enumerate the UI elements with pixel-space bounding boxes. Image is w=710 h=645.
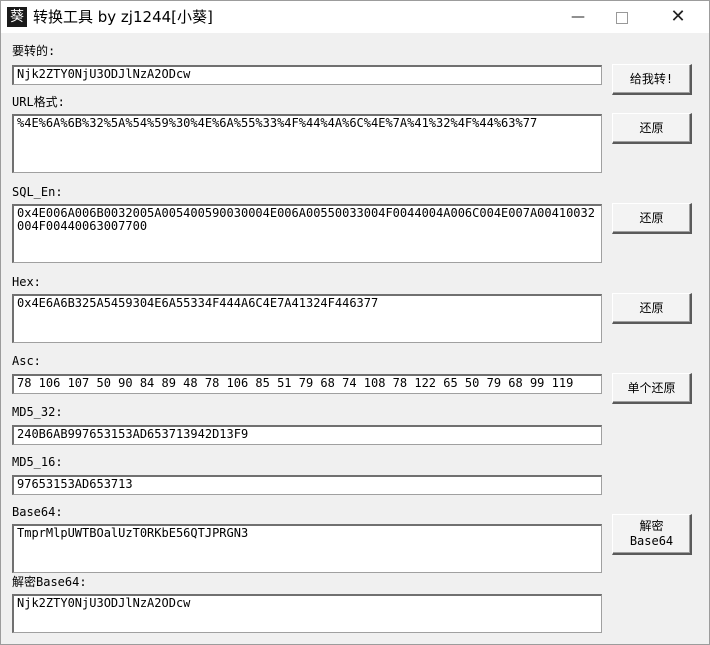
asc-field[interactable]: 78 106 107 50 90 84 89 48 78 106 85 51 7… [12, 374, 602, 394]
sql-restore-button[interactable]: 还原 [612, 203, 692, 234]
close-button[interactable]: ✕ [655, 1, 701, 33]
maximize-button[interactable] [599, 1, 645, 33]
convert-button[interactable]: 给我转! [612, 64, 692, 95]
md5-32-field[interactable]: 240B6AB997653153AD653713942D13F9 [12, 425, 602, 445]
decoded-base64-label: 解密Base64: [12, 575, 87, 589]
sql-field[interactable]: 0x4E006A006B0032005A005400590030004E006A… [12, 204, 602, 263]
input-label: 要转的: [12, 44, 56, 58]
url-field[interactable]: %4E%6A%6B%32%5A%54%59%30%4E%6A%55%33%4F%… [12, 114, 602, 173]
hex-field[interactable]: 0x4E6A6B325A5459304E6A55334F444A6C4E7A41… [12, 294, 602, 343]
md5-16-label: MD5_16: [12, 455, 63, 469]
input-field[interactable]: Njk2ZTY0NjU3ODJlNzA2ODcw [12, 65, 602, 85]
sql-label: SQL_En: [12, 185, 63, 199]
md5-32-label: MD5_32: [12, 405, 63, 419]
hex-label: Hex: [12, 275, 41, 289]
maximize-icon [616, 11, 628, 24]
base64-field[interactable]: TmprMlpUWTBOalUzT0RKbE56QTJPRGN3 [12, 524, 602, 573]
minimize-button[interactable]: — [555, 1, 601, 33]
title-bar[interactable]: 葵 转换工具 by zj1244[小葵] — ✕ [1, 1, 709, 33]
hex-restore-button[interactable]: 还原 [612, 293, 692, 324]
decoded-base64-field[interactable]: Njk2ZTY0NjU3ODJlNzA2ODcw [12, 594, 602, 633]
base64-label: Base64: [12, 505, 63, 519]
window-title: 转换工具 by zj1244[小葵] [33, 8, 213, 26]
url-label: URL格式: [12, 95, 65, 109]
url-restore-button[interactable]: 还原 [612, 113, 692, 144]
app-icon: 葵 [7, 7, 27, 27]
asc-label: Asc: [12, 354, 41, 368]
decode-base64-button[interactable]: 解密 Base64 [612, 514, 692, 555]
app-window: 葵 转换工具 by zj1244[小葵] — ✕ 要转的: Njk2ZTY0Nj… [0, 0, 710, 645]
md5-16-field[interactable]: 97653153AD653713 [12, 475, 602, 495]
asc-single-restore-button[interactable]: 单个还原 [612, 373, 692, 404]
